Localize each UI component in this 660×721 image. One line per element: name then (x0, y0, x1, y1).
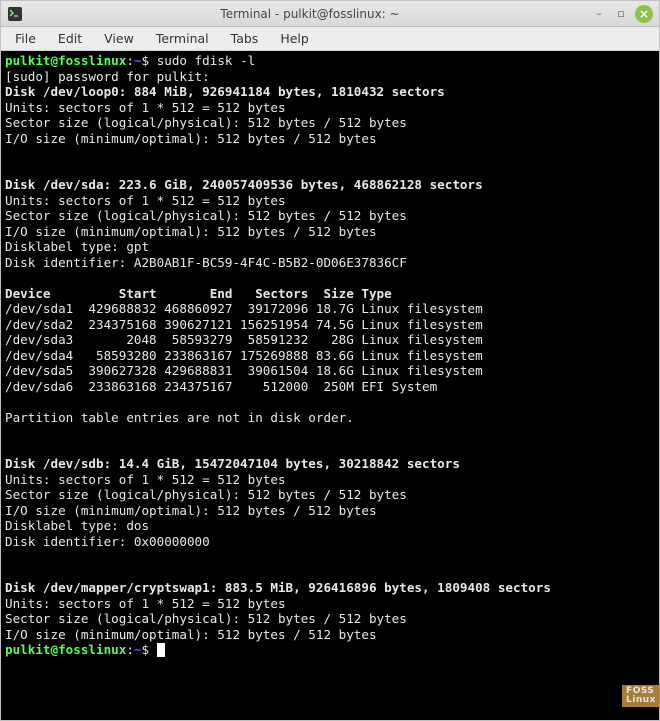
output-line: Units: sectors of 1 * 512 = 512 bytes (5, 596, 286, 611)
menu-file[interactable]: File (5, 29, 46, 48)
maximize-button[interactable]: ▫ (613, 6, 629, 22)
partition-row: /dev/sda5 390627328 429688831 39061504 1… (5, 363, 483, 378)
output-line: I/O size (minimum/optimal): 512 bytes / … (5, 131, 377, 146)
window-controls: – ▫ × (591, 5, 653, 23)
prompt-user: pulkit@fosslinux (5, 53, 126, 68)
partition-row: /dev/sda4 58593280 233863167 175269888 8… (5, 348, 483, 363)
output-line: I/O size (minimum/optimal): 512 bytes / … (5, 503, 377, 518)
disk-header: Disk /dev/loop0: 884 MiB, 926941184 byte… (5, 84, 445, 99)
disk-header: Disk /dev/sdb: 14.4 GiB, 15472047104 byt… (5, 456, 460, 471)
terminal-window: Terminal - pulkit@fosslinux: ~ – ▫ × Fil… (0, 0, 660, 721)
output-line: [sudo] password for pulkit: (5, 69, 210, 84)
prompt-sep: : (126, 53, 134, 68)
terminal-output[interactable]: pulkit@fosslinux:~$ sudo fdisk -l [sudo]… (1, 51, 659, 720)
prompt-path: ~ (134, 642, 142, 657)
partition-header: Device Start End Sectors Size Type (5, 286, 392, 301)
output-line: Disklabel type: gpt (5, 239, 149, 254)
partition-row: /dev/sda3 2048 58593279 58591232 28G Lin… (5, 332, 483, 347)
output-line: Units: sectors of 1 * 512 = 512 bytes (5, 100, 286, 115)
prompt-suffix: $ (142, 53, 157, 68)
output-line: Sector size (logical/physical): 512 byte… (5, 611, 407, 626)
output-line: Units: sectors of 1 * 512 = 512 bytes (5, 472, 286, 487)
prompt-sep: : (126, 642, 134, 657)
output-line: Sector size (logical/physical): 512 byte… (5, 115, 407, 130)
output-line: I/O size (minimum/optimal): 512 bytes / … (5, 224, 377, 239)
output-line: Disklabel type: dos (5, 518, 149, 533)
output-line: I/O size (minimum/optimal): 512 bytes / … (5, 627, 377, 642)
close-button[interactable]: × (635, 5, 653, 23)
output-line: Units: sectors of 1 * 512 = 512 bytes (5, 193, 286, 208)
terminal-icon (7, 6, 23, 22)
prompt-user: pulkit@fosslinux (5, 642, 126, 657)
partition-row: /dev/sda1 429688832 468860927 39172096 1… (5, 301, 483, 316)
disk-header: Disk /dev/sda: 223.6 GiB, 240057409536 b… (5, 177, 483, 192)
command-text: sudo fdisk -l (157, 53, 256, 68)
menu-view[interactable]: View (94, 29, 144, 48)
prompt-suffix: $ (142, 642, 157, 657)
watermark-line2: Linux (626, 695, 656, 705)
output-line: Sector size (logical/physical): 512 byte… (5, 487, 407, 502)
menu-tabs[interactable]: Tabs (221, 29, 269, 48)
partition-row: /dev/sda2 234375168 390627121 156251954 … (5, 317, 483, 332)
titlebar[interactable]: Terminal - pulkit@fosslinux: ~ – ▫ × (1, 1, 659, 27)
output-line: Sector size (logical/physical): 512 byte… (5, 208, 407, 223)
menu-terminal[interactable]: Terminal (146, 29, 219, 48)
menubar: File Edit View Terminal Tabs Help (1, 27, 659, 51)
menu-help[interactable]: Help (270, 29, 319, 48)
output-line: Partition table entries are not in disk … (5, 410, 354, 425)
minimize-button[interactable]: – (591, 6, 607, 22)
output-line: Disk identifier: 0x00000000 (5, 534, 210, 549)
disk-header: Disk /dev/mapper/cryptswap1: 883.5 MiB, … (5, 580, 551, 595)
menu-edit[interactable]: Edit (48, 29, 92, 48)
output-line: Disk identifier: A2B0AB1F-BC59-4F4C-B5B2… (5, 255, 407, 270)
cursor-icon (157, 643, 165, 657)
watermark: FOSS Linux (622, 685, 660, 707)
window-title: Terminal - pulkit@fosslinux: ~ (29, 7, 591, 21)
prompt-path: ~ (134, 53, 142, 68)
partition-row: /dev/sda6 233863168 234375167 512000 250… (5, 379, 437, 394)
